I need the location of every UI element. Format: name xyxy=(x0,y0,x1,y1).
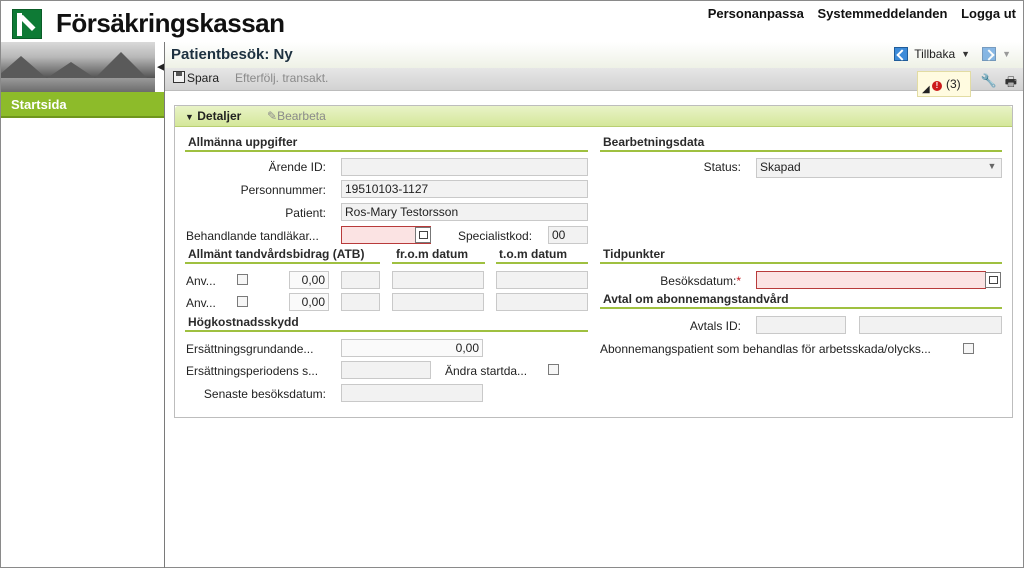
edit-label: Bearbeta xyxy=(277,109,326,123)
navigation-area: Tillbaka ▼ ▼ xyxy=(894,47,1011,61)
section-divider xyxy=(185,262,380,264)
panel-header: ▼ Detaljer ✎Bearbeta xyxy=(175,106,1012,127)
section-divider xyxy=(600,262,1002,264)
change-start-checkbox[interactable] xyxy=(548,364,559,375)
atb-row-checkbox[interactable] xyxy=(237,274,248,285)
details-panel: ▼ Detaljer ✎Bearbeta Allmänna uppgifter … xyxy=(174,105,1013,418)
period-field[interactable] xyxy=(341,361,431,379)
sidebar-item-startsida[interactable]: Startsida xyxy=(1,92,164,118)
status-label: Status: xyxy=(703,160,741,174)
back-button[interactable]: Tillbaka xyxy=(914,47,955,61)
sidebar-item-label: Startsida xyxy=(11,97,67,112)
atb-extra-field[interactable] xyxy=(341,293,380,311)
brand-logo-icon xyxy=(12,8,42,39)
calendar-icon[interactable] xyxy=(985,272,1001,288)
forward-dropdown-icon[interactable]: ▼ xyxy=(1002,49,1011,59)
last-visit-label: Senaste besöksdatum: xyxy=(203,387,326,401)
atb-to-date-field[interactable] xyxy=(496,271,588,289)
specialist-label: Specialistkod: xyxy=(458,229,533,243)
atb-to-title: t.o.m datum xyxy=(499,247,567,261)
basis-field[interactable]: 0,00 xyxy=(341,339,483,357)
section-divider xyxy=(496,262,588,264)
atb-extra-field[interactable] xyxy=(341,271,380,289)
edit-button[interactable]: ✎Bearbeta xyxy=(267,109,326,123)
pnr-label: Personnummer: xyxy=(240,183,326,197)
specialist-field[interactable]: 00 xyxy=(548,226,588,244)
brand-logo: Försäkringskassan xyxy=(12,8,285,39)
subscription-patient-checkbox[interactable] xyxy=(963,343,974,354)
atb-to-date-field[interactable] xyxy=(496,293,588,311)
mouse-cursor-icon: ◢ xyxy=(922,84,930,95)
save-button[interactable]: Spara xyxy=(173,71,219,85)
details-toggle[interactable]: ▼ Detaljer xyxy=(185,109,241,123)
atb-row-label: Anv... xyxy=(186,274,216,288)
page-header: Patientbesök: Ny Tillbaka ▼ ▼ xyxy=(165,42,1023,68)
basis-label: Ersättningsgrundande... xyxy=(186,342,314,356)
agreement-id-field[interactable] xyxy=(756,316,846,334)
section-divider xyxy=(392,262,485,264)
forward-arrow-icon[interactable] xyxy=(982,47,997,61)
atb-row-label: Anv... xyxy=(186,296,216,310)
general-section-title: Allmänna uppgifter xyxy=(188,135,298,149)
agreement-id-label: Avtals ID: xyxy=(689,319,741,333)
pencil-icon: ✎ xyxy=(267,109,278,123)
times-section-title: Tidpunkter xyxy=(603,247,665,261)
save-icon xyxy=(173,71,185,83)
caret-down-icon: ▼ xyxy=(185,112,194,122)
visit-date-label: Besöksdatum:* xyxy=(660,274,741,288)
error-count: (3) xyxy=(946,77,961,91)
change-start-label: Ändra startda... xyxy=(445,364,528,378)
sidebar-divider xyxy=(164,42,165,568)
status-select[interactable]: Skapad ▼ xyxy=(756,158,1002,178)
agreement-extra-field[interactable] xyxy=(859,316,1002,334)
subscription-patient-label: Abonnemangspatient som behandlas för arb… xyxy=(600,342,931,356)
atb-row-checkbox[interactable] xyxy=(237,296,248,307)
atb-amount-field[interactable]: 0,00 xyxy=(289,293,329,311)
details-label: Detaljer xyxy=(197,109,242,123)
save-label: Spara xyxy=(187,71,220,85)
wrench-icon[interactable]: 🔧 xyxy=(981,73,997,89)
dentist-lookup-icon[interactable] xyxy=(415,227,431,243)
patient-field[interactable]: Ros-Mary Testorsson xyxy=(341,203,588,221)
back-arrow-icon[interactable] xyxy=(894,47,909,61)
last-visit-field[interactable] xyxy=(341,384,483,402)
page-title: Patientbesök: Ny xyxy=(171,46,293,63)
pnr-field[interactable]: 19510103-1127 xyxy=(341,180,588,198)
follow-transaction-button: Efterfölj. transakt. xyxy=(235,71,329,85)
atb-amount-field[interactable]: 0,00 xyxy=(289,271,329,289)
toolbar: Spara Efterfölj. transakt. ! (3) 🔧 🖶 xyxy=(165,68,1023,97)
section-divider xyxy=(600,150,1002,152)
patient-label: Patient: xyxy=(285,206,326,220)
dentist-label: Behandlande tandläkar... xyxy=(186,229,319,243)
logout-link[interactable]: Logga ut xyxy=(961,6,1016,21)
period-label: Ersättningsperiodens s... xyxy=(186,364,319,378)
subscription-section-title: Avtal om abonnemangstandvård xyxy=(603,292,789,306)
header-landscape-image xyxy=(1,42,155,92)
personalize-link[interactable]: Personanpassa xyxy=(708,6,804,21)
error-icon: ! xyxy=(932,81,942,91)
case-id-label: Ärende ID: xyxy=(268,160,326,174)
status-value: Skapad xyxy=(760,160,801,174)
high-cost-section-title: Högkostnadsskydd xyxy=(188,315,299,329)
atb-from-title: fr.o.m datum xyxy=(396,247,469,261)
case-id-field[interactable] xyxy=(341,158,588,176)
back-dropdown-icon[interactable]: ▼ xyxy=(961,49,970,59)
section-divider xyxy=(185,150,588,152)
atb-section-title: Allmänt tandvårdsbidrag (ATB) xyxy=(188,247,365,261)
top-links: Personanpassa Systemmeddelanden Logga ut xyxy=(698,6,1016,21)
section-divider xyxy=(185,330,588,332)
chevron-down-icon: ▼ xyxy=(987,161,997,171)
brand-name: Försäkringskassan xyxy=(56,8,285,38)
system-messages-link[interactable]: Systemmeddelanden xyxy=(817,6,947,21)
visit-date-field[interactable] xyxy=(756,271,986,289)
processing-section-title: Bearbetningsdata xyxy=(603,135,705,149)
atb-from-date-field[interactable] xyxy=(392,293,484,311)
section-divider xyxy=(600,307,1002,309)
atb-from-date-field[interactable] xyxy=(392,271,484,289)
print-icon[interactable]: 🖶 xyxy=(1005,73,1017,95)
required-marker: * xyxy=(736,274,741,288)
